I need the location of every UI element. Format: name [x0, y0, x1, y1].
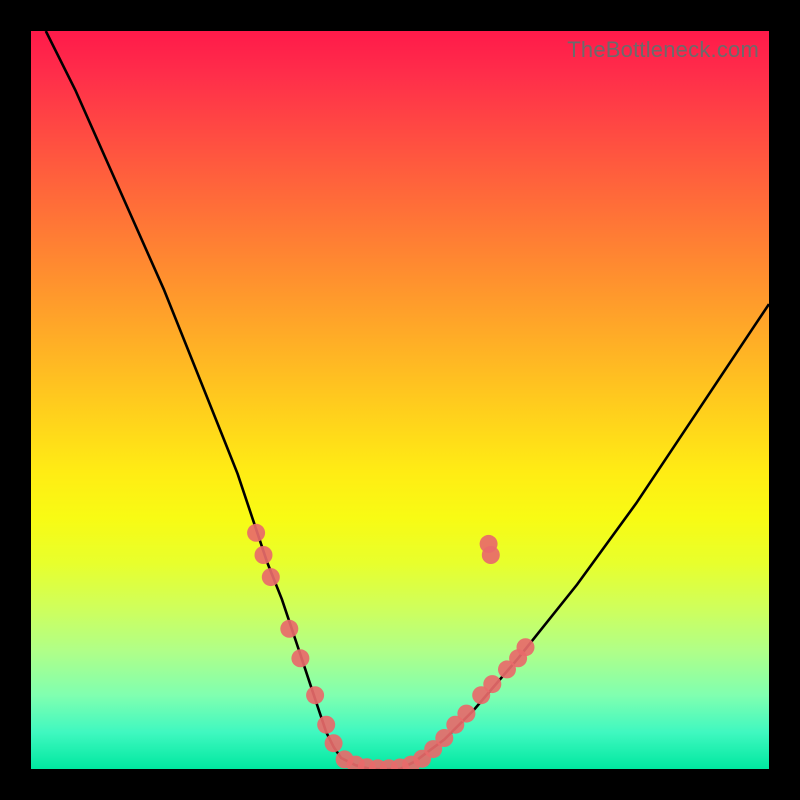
data-marker — [291, 649, 309, 667]
data-marker — [482, 546, 500, 564]
plot-area: TheBottleneck.com — [31, 31, 769, 769]
bottleneck-curve — [46, 31, 769, 769]
data-marker — [457, 705, 475, 723]
data-marker — [255, 546, 273, 564]
data-marker — [317, 716, 335, 734]
data-marker — [325, 734, 343, 752]
data-marker — [247, 524, 265, 542]
data-marker — [306, 686, 324, 704]
data-marker — [280, 620, 298, 638]
data-marker — [517, 638, 535, 656]
marker-group — [247, 524, 534, 769]
data-marker — [262, 568, 280, 586]
chart-frame: TheBottleneck.com — [0, 0, 800, 800]
data-marker — [483, 675, 501, 693]
chart-svg — [31, 31, 769, 769]
